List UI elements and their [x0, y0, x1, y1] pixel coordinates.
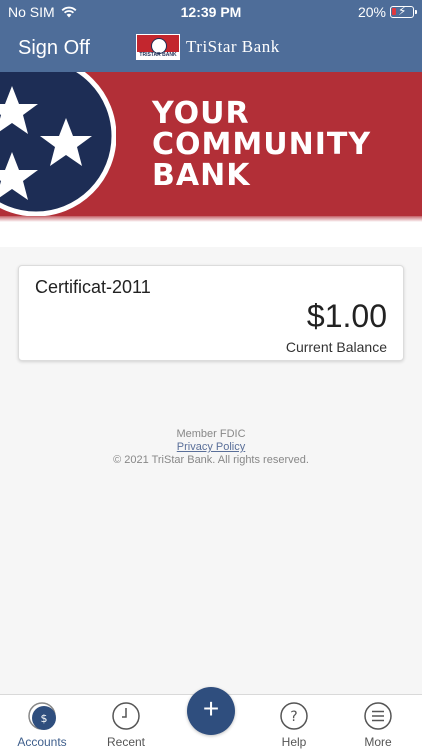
account-balance: $1.00: [306, 298, 387, 334]
svg-text:$: $: [41, 712, 48, 725]
accounts-dollar-icon: $: [28, 702, 56, 730]
tab-recent-label: Recent: [106, 735, 146, 749]
status-bar: No SIM 12:39 PM 20% ⚡: [0, 0, 422, 24]
balance-label: Current Balance: [285, 339, 387, 355]
account-name: Certificat-2011: [35, 277, 151, 297]
svg-text:?: ?: [290, 709, 297, 725]
tab-accounts-label: Accounts: [17, 735, 67, 749]
logo-badge-icon: TRISTAR BANK: [136, 34, 180, 60]
plus-icon: +: [202, 693, 220, 724]
tab-accounts[interactable]: $ Accounts: [0, 701, 84, 749]
app-header: No SIM 12:39 PM 20% ⚡ Sign Off TRISTAR B…: [0, 0, 422, 72]
copyright-label: © 2021 TriStar Bank. All rights reserved…: [113, 454, 309, 466]
account-card[interactable]: Certificat-2011 $1.00 Current Balance: [18, 265, 404, 361]
tab-recent[interactable]: Recent: [84, 701, 168, 749]
add-button[interactable]: +: [187, 687, 235, 735]
bank-logo: TRISTAR BANK TriStar Bank: [136, 34, 280, 60]
menu-icon: [364, 702, 392, 730]
tab-help-label: Help: [281, 735, 307, 749]
tab-more-label: More: [364, 735, 392, 749]
battery-icon: ⚡: [390, 4, 417, 18]
banner-headline: YOUR COMMUNITY BANK: [152, 96, 372, 193]
tennessee-stars-seal-icon: [0, 72, 116, 216]
member-fdic-label: Member FDIC: [176, 428, 246, 440]
tab-bar: $ Accounts Recent + ? Help More: [0, 687, 422, 750]
tab-help[interactable]: ? Help: [252, 701, 336, 749]
privacy-policy-link[interactable]: Privacy Policy: [0, 441, 422, 454]
sign-off-button[interactable]: Sign Off: [18, 37, 90, 60]
footer-info: Member FDIC Privacy Policy © 2021 TriSta…: [0, 428, 422, 467]
logo-text: TriStar Bank: [186, 37, 280, 56]
status-right: 20% ⚡: [357, 4, 417, 20]
tab-more[interactable]: More: [336, 701, 420, 749]
help-icon: ?: [280, 702, 308, 730]
promo-banner: YOUR COMMUNITY BANK: [0, 72, 422, 247]
battery-percent: 20%: [357, 4, 386, 20]
clock-icon: [112, 702, 140, 730]
